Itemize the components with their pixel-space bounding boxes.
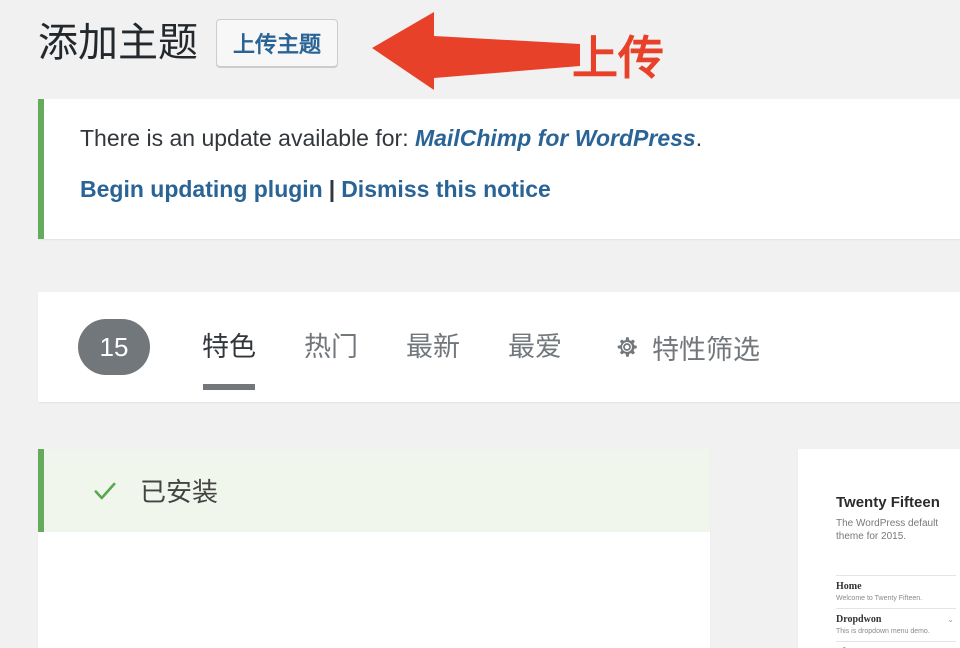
installed-label: 已安装: [140, 477, 219, 507]
notice-separator: |: [328, 176, 336, 202]
theme-filter-bar: 15 特色 热门 最新 最爱 特性筛选: [38, 292, 960, 402]
theme-preview-title: Twenty Fifteen: [836, 494, 940, 511]
tab-favorites[interactable]: 最爱: [508, 292, 562, 402]
tab-popular[interactable]: 热门: [304, 292, 358, 402]
annotation-label: 上传: [572, 32, 664, 84]
nav-item-label: Dropdwon: [836, 614, 882, 625]
notice-plugin-link[interactable]: MailChimp for WordPress: [415, 125, 696, 151]
tab-latest[interactable]: 最新: [406, 292, 460, 402]
notice-actions: Begin updating plugin | Dismiss this notic…: [80, 173, 960, 205]
notice-message-prefix: There is an update available for:: [80, 125, 409, 151]
nav-item-label: Home: [836, 581, 862, 592]
upload-theme-button[interactable]: 上传主题: [216, 19, 339, 67]
theme-card-installed[interactable]: 已安装 Welcome: [38, 449, 710, 648]
gear-icon: [614, 334, 640, 360]
chevron-down-icon[interactable]: ⌄: [947, 615, 954, 624]
nav-item-sub: This is dropdown menu demo.: [836, 628, 930, 635]
begin-updating-plugin-link[interactable]: Begin updating plugin: [80, 176, 323, 202]
theme-preview-left: Welcome: [38, 532, 710, 648]
installed-banner: 已安装: [38, 449, 710, 532]
feature-filter-button[interactable]: 特性筛选: [614, 328, 760, 367]
update-notice: There is an update available for: MailCh…: [38, 99, 960, 239]
nav-item-sub: Welcome to Twenty Fifteen.: [836, 595, 923, 602]
theme-preview-nav: Home Welcome to Twenty Fifteen. Dropdwon…: [836, 575, 956, 648]
theme-filter-inner: 15 特色 热门 最新 最爱 特性筛选: [38, 292, 960, 402]
notice-message-suffix: .: [695, 125, 703, 151]
feature-filter-label: 特性筛选: [652, 334, 760, 365]
check-icon: [92, 478, 118, 504]
left-arrow-icon: [372, 12, 580, 90]
admin-add-themes-screen: 添加主题 上传主题 上传 There is an update availabl…: [0, 0, 960, 648]
tab-featured[interactable]: 特色: [202, 292, 256, 402]
page-header: 添加主题 上传主题: [38, 14, 339, 72]
notice-message: There is an update available for: MailCh…: [80, 121, 960, 155]
nav-item-dropdown[interactable]: Dropdwon This is dropdown menu demo. ⌄: [836, 608, 956, 641]
dismiss-notice-link[interactable]: Dismiss this notice: [341, 176, 551, 202]
nav-item-about[interactable]: About: [836, 641, 956, 648]
page-title: 添加主题: [38, 21, 198, 65]
theme-count-badge: 15: [78, 319, 150, 375]
theme-tabs: 特色 热门 最新 最爱: [202, 292, 562, 402]
theme-preview-description: The WordPress default theme for 2015.: [836, 518, 939, 542]
theme-card-twenty-fifteen[interactable]: Twenty Fifteen The WordPress default the…: [798, 449, 960, 648]
nav-item-home[interactable]: Home Welcome to Twenty Fifteen.: [836, 575, 956, 608]
